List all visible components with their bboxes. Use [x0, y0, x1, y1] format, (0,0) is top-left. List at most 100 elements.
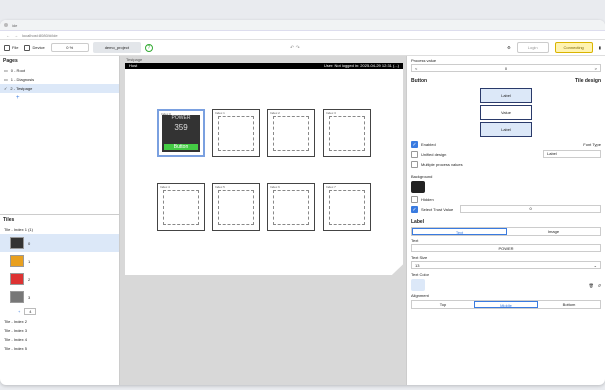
forward-icon[interactable]: →	[14, 33, 18, 38]
checkbox-icon[interactable]	[411, 196, 418, 203]
power-button-widget[interactable]: POWER 359 Button	[162, 115, 200, 152]
device-menu[interactable]: Device	[24, 44, 45, 51]
next-icon[interactable]: >	[595, 66, 597, 71]
file-menu[interactable]: File	[4, 44, 18, 51]
canvas-label: Testpage	[126, 57, 143, 62]
delete-icon[interactable]: 🗑	[589, 283, 594, 288]
tile-design-menu[interactable]: Tile design	[575, 78, 601, 84]
add-icon[interactable]: +	[18, 309, 20, 314]
process-value-field[interactable]: <0 >	[411, 64, 601, 72]
checkbox-icon[interactable]	[411, 151, 418, 158]
tile-index-2[interactable]: Index 2	[267, 109, 315, 157]
align-top[interactable]: Top	[412, 301, 474, 308]
file-icon	[4, 44, 10, 51]
text-size-select[interactable]: 13 ⌄	[411, 261, 601, 269]
tile-group[interactable]: Tile - Index 5	[0, 344, 119, 353]
preview-value[interactable]: Value	[480, 105, 532, 120]
tile-label: Index 3	[326, 111, 336, 115]
properties-panel: Process value <0 > Button Tile design Labe…	[406, 56, 605, 385]
browser-tab[interactable]: ide	[12, 23, 17, 28]
tile-group[interactable]: Tile - Index 2	[0, 317, 119, 326]
text-color-swatch[interactable]	[411, 279, 425, 291]
text-title: Text	[411, 238, 419, 243]
back-icon[interactable]: ←	[6, 33, 10, 38]
connect-button[interactable]: Connecting	[554, 42, 593, 53]
tiles-section: Tiles Tile - Index 1 (1) 0 1 2 3 +4 Tile…	[0, 214, 119, 385]
device-status-icon: ▮	[598, 45, 601, 50]
user-status: User: Not logged in: 2025-04-29 12:31 (.…	[323, 63, 399, 68]
device-statusbar: Host User: Not logged in: 2025-04-29 12:…	[125, 63, 403, 69]
tile-row[interactable]: 3	[0, 288, 119, 306]
text-size-value: 13	[415, 262, 420, 268]
text-input[interactable]: POWER	[411, 244, 601, 252]
reset-icon[interactable]: ↺	[598, 283, 601, 288]
tile-group[interactable]: Tile - Index 4	[0, 335, 119, 344]
tile-index-7[interactable]: Index 7	[323, 183, 371, 231]
trust-value-field[interactable]: 0	[460, 204, 601, 213]
tile-group-open[interactable]: Tile - Index 1 (1)	[0, 225, 119, 234]
multiple-values-checkbox[interactable]: Multiple process values	[411, 161, 601, 168]
tile-index: 3	[28, 294, 31, 300]
checkbox-icon[interactable]	[411, 161, 418, 168]
tile-row[interactable]: 1	[0, 252, 119, 270]
tile-index-0[interactable]: Index 0 POWER 359 Button	[157, 109, 205, 157]
tile-index-4[interactable]: Index 4	[157, 183, 205, 231]
checkbox-checked-icon[interactable]: ✓	[411, 141, 418, 148]
project-tab[interactable]: demo_project	[92, 42, 141, 53]
add-page-button[interactable]: +	[0, 93, 119, 103]
preview-label-bottom[interactable]: Label	[480, 122, 532, 137]
tab-image[interactable]: Image	[507, 228, 600, 235]
device-icon	[24, 44, 31, 51]
zoom-field[interactable]: 0 %	[50, 43, 89, 52]
hidden-checkbox[interactable]: Hidden	[411, 196, 601, 203]
tile-row[interactable]: 0	[0, 234, 119, 252]
page-label: 2 - Testpage	[10, 86, 33, 91]
prev-icon[interactable]: <	[415, 66, 417, 71]
tile-label: Index 6	[270, 185, 280, 189]
tile-label: Index 2	[270, 111, 280, 115]
page-item-root[interactable]: ▭ 0 - Root	[0, 66, 119, 75]
help-icon[interactable]: ?	[144, 43, 153, 52]
tile-group[interactable]: Tile - Index 3	[0, 326, 119, 335]
tile-thumb	[10, 291, 24, 303]
enabled-checkbox[interactable]: ✓ Enabled Font Type	[411, 141, 601, 148]
pages-title: Pages	[3, 58, 18, 64]
font-type-select[interactable]: Label	[543, 149, 601, 158]
checkbox-label: Select Trust Value	[421, 207, 454, 212]
url-text[interactable]: localhost:8080/#/ide	[22, 33, 599, 38]
tile-placeholder	[329, 190, 365, 225]
align-bottom[interactable]: Bottom	[538, 301, 600, 308]
tiles-title: Tiles	[3, 217, 15, 223]
step-value[interactable]: 4	[24, 308, 37, 315]
power-button[interactable]: Button	[164, 144, 198, 150]
window-dot[interactable]	[4, 23, 8, 27]
tab-text[interactable]: Text	[412, 228, 507, 235]
address-bar[interactable]: ← → localhost:8080/#/ide	[0, 31, 605, 40]
checkbox-label: Unified design	[421, 152, 447, 157]
tile-thumb	[10, 237, 24, 249]
text-size-title: Text Size	[411, 255, 428, 260]
unified-design-checkbox[interactable]: Unified design Label	[411, 149, 601, 158]
tile-label: Index 4	[160, 185, 170, 189]
tile-row[interactable]: 2	[0, 270, 119, 288]
page-label: 1 - Diagnosis	[10, 77, 35, 82]
tile-index-6[interactable]: Index 6	[267, 183, 315, 231]
page-canvas[interactable]: Host User: Not logged in: 2025-04-29 12:…	[125, 63, 403, 275]
tile-index-1[interactable]: Index 1	[212, 109, 260, 157]
login-button[interactable]: Login	[516, 42, 549, 53]
tile-stepper[interactable]: +4	[0, 306, 119, 317]
tile-label: Index 1	[215, 111, 225, 115]
page-item-diagnosis[interactable]: ▭ 1 - Diagnosis	[0, 75, 119, 84]
align-middle[interactable]: Middle	[474, 301, 538, 308]
page-item-testpage[interactable]: ✓ 2 - Testpage	[0, 84, 119, 93]
tile-index-3[interactable]: Index 3	[323, 109, 371, 157]
undo-redo-icons[interactable]: ↶ ↷	[290, 45, 300, 51]
checkbox-checked-icon[interactable]: ✓	[411, 206, 418, 213]
browser-tabbar: ide	[0, 20, 605, 31]
gear-icon[interactable]: ⚙	[507, 45, 511, 50]
left-panel: Pages ▭ 0 - Root ▭ 1 - Diagnosis ✓ 2 - Test…	[0, 56, 120, 385]
select-trust-checkbox[interactable]: ✓ Select Trust Value 0	[411, 204, 601, 213]
background-swatch[interactable]	[411, 181, 425, 193]
tile-index-5[interactable]: Index 5	[212, 183, 260, 231]
preview-label-top[interactable]: Label	[480, 88, 532, 103]
